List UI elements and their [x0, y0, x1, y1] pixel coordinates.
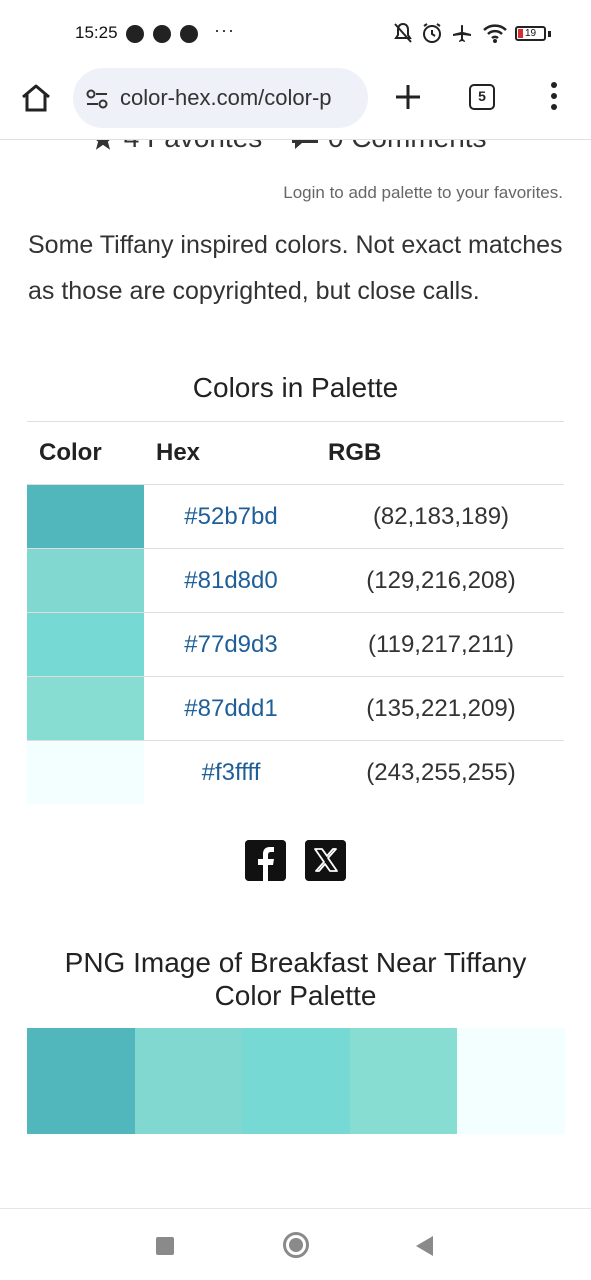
more-notifications-icon: ··· — [214, 20, 235, 40]
battery-level — [518, 29, 523, 38]
rgb-value: (135,221,209) — [318, 676, 564, 741]
col-header-rgb: RGB — [318, 421, 564, 485]
color-swatch — [27, 549, 144, 612]
x-icon[interactable] — [305, 840, 346, 881]
palette-title: Colors in Palette — [192, 372, 399, 403]
browser-toolbar: color-hex.com/color-p 5 — [0, 64, 591, 140]
png-swatch — [457, 1028, 565, 1134]
color-swatch — [27, 613, 144, 676]
png-image-title: PNG Image of Breakfast Near Tiffany Colo… — [64, 947, 527, 1011]
palette-table: Color Hex RGB #52b7bd (82,183,189) #81d8… — [27, 421, 564, 805]
battery-percent: 19 — [524, 28, 537, 39]
battery-indicator: 19 — [515, 26, 546, 41]
star-icon — [95, 140, 111, 150]
recents-icon[interactable] — [156, 1237, 174, 1255]
hex-link[interactable]: #77d9d3 — [144, 612, 318, 677]
comments-count[interactable]: 0 Comments — [328, 140, 487, 153]
back-icon[interactable] — [416, 1236, 433, 1256]
palette-png-image[interactable] — [27, 1028, 565, 1134]
messenger-icon — [126, 25, 144, 43]
airplane-icon — [453, 24, 471, 42]
status-time: 15:25 — [75, 23, 118, 42]
table-row: #77d9d3 (119,217,211) — [27, 612, 564, 677]
facebook-icon[interactable] — [245, 840, 286, 881]
table-row: #52b7bd (82,183,189) — [27, 484, 564, 549]
telegram-icon — [180, 25, 198, 43]
png-swatch — [242, 1028, 350, 1134]
comment-icon — [292, 140, 319, 149]
home-icon[interactable] — [283, 1232, 309, 1258]
page-content: 4 Favorites 0 Comments Login to add pale… — [0, 140, 591, 1208]
url-text[interactable]: color-hex.com/color-p — [120, 85, 332, 111]
color-swatch — [27, 485, 144, 548]
hex-link[interactable]: #52b7bd — [144, 484, 318, 549]
more-menu-icon[interactable] — [544, 82, 564, 112]
silent-icon — [394, 22, 412, 43]
palette-description: Some Tiffany inspired colors. Not exact … — [28, 231, 563, 305]
alarm-icon — [423, 23, 441, 43]
telegram-icon — [153, 25, 171, 43]
col-header-color: Color — [27, 421, 144, 485]
png-swatch — [27, 1028, 135, 1134]
color-swatch — [27, 677, 144, 740]
hex-link[interactable]: #f3ffff — [144, 741, 318, 805]
col-header-hex: Hex — [144, 421, 318, 485]
wifi-icon — [483, 24, 507, 43]
rgb-value: (129,216,208) — [318, 548, 564, 613]
color-swatch — [27, 741, 144, 805]
rgb-value: (243,255,255) — [366, 758, 516, 786]
rgb-value: (119,217,211) — [318, 612, 564, 677]
table-row: #87ddd1 (135,221,209) — [27, 676, 564, 741]
status-bar: 15:25 ··· 19 — [0, 0, 591, 64]
table-row: #f3ffff (243,255,255) — [27, 741, 564, 805]
hex-link[interactable]: #87ddd1 — [144, 676, 318, 741]
home-icon[interactable] — [18, 80, 54, 116]
rgb-value: (82,183,189) — [318, 484, 564, 549]
hex-link[interactable]: #81d8d0 — [144, 548, 318, 613]
png-swatch — [349, 1028, 458, 1134]
new-tab-icon[interactable] — [393, 82, 423, 112]
stats-row: 4 Favorites 0 Comments — [90, 140, 487, 154]
table-header-row: Color Hex RGB — [27, 421, 564, 485]
png-swatch — [134, 1028, 243, 1134]
address-bar[interactable]: color-hex.com/color-p — [73, 68, 368, 128]
login-note[interactable]: Login to add palette to your favorites. — [283, 183, 563, 203]
site-settings-icon[interactable] — [85, 88, 109, 110]
tab-switcher-button[interactable]: 5 — [469, 84, 495, 110]
favorites-count[interactable]: 4 Favorites — [124, 140, 263, 153]
battery-tip — [548, 31, 551, 37]
system-navigation-bar — [0, 1208, 591, 1280]
table-row: #81d8d0 (129,216,208) — [27, 548, 564, 613]
